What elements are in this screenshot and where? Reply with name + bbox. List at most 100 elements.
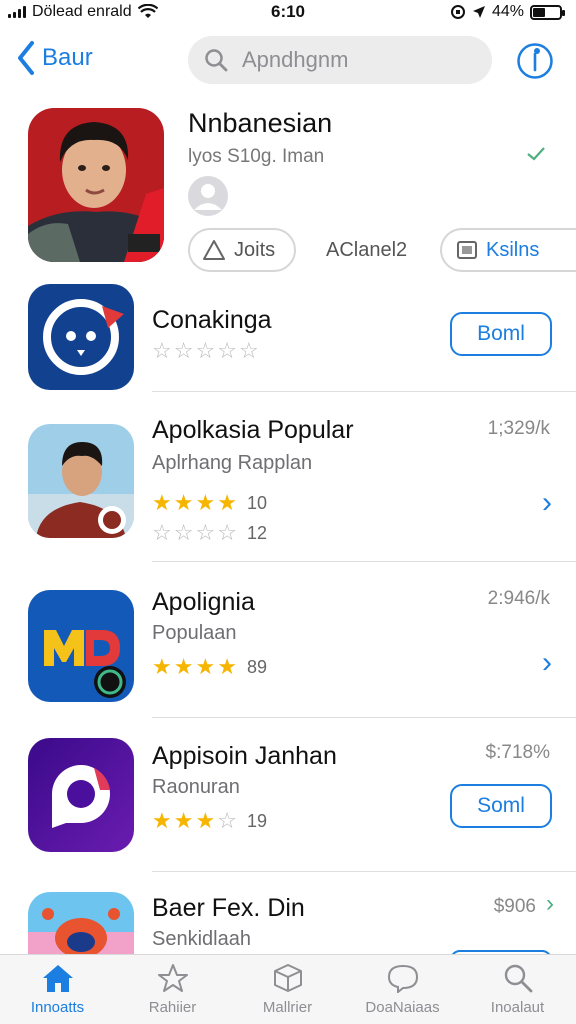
tab-updates[interactable]: DoaNaiaas	[345, 963, 460, 1016]
home-icon	[42, 965, 73, 992]
app-subtitle: Senkidlaah	[152, 928, 251, 950]
get-button[interactable]: Soml	[450, 784, 552, 828]
star-empty-icon: ☆	[195, 338, 216, 363]
tab-games[interactable]: Rahiier	[115, 963, 230, 1016]
get-button[interactable]: Boml	[450, 312, 552, 356]
app-name: Apolignia	[152, 588, 255, 616]
star-filled-icon: ★	[217, 490, 237, 515]
rating-count: 89	[246, 656, 267, 677]
tab-label: Inoalaut	[490, 999, 545, 1016]
list-item[interactable]: Apolkasia Popular Aplrhang Rapplan ★ ★ ★…	[0, 410, 576, 562]
star-empty-icon: ☆	[195, 520, 216, 545]
chip-label: Ksilns	[486, 238, 540, 261]
star-filled-icon: ★	[173, 654, 194, 679]
featured-title: Nnbanesian	[188, 108, 333, 138]
list-item[interactable]: Appisoin Janhan Raonuran ★ ★ ★ ☆ 19 $:71…	[0, 738, 576, 872]
chip-label: Joits	[234, 238, 276, 261]
star-rating: ★ ★ ★ ★ 89	[152, 654, 267, 680]
star-rating-secondary: ☆ ☆ ☆ ☆ 12	[152, 520, 267, 546]
star-filled-icon: ★	[195, 490, 216, 515]
app-icon-appisoin	[28, 738, 134, 852]
chip-joits[interactable]: Joits	[188, 228, 296, 272]
search-placeholder: Apndhgnm	[242, 47, 349, 72]
gallery-icon	[457, 241, 477, 259]
star-rating: ☆ ☆ ☆ ☆ ☆	[152, 338, 259, 364]
app-name: Apolkasia Popular	[152, 416, 354, 444]
chevron-right-icon[interactable]: ›	[542, 646, 552, 680]
app-size: $906	[493, 896, 536, 917]
status-bar: Dölead enrald 6:10 44%	[0, 0, 576, 28]
tab-search[interactable]: Inoalaut	[460, 963, 575, 1016]
app-icon-apolkasia	[28, 424, 134, 538]
app-subtitle: Aplrhang Rapplan	[152, 452, 313, 474]
chip-ksilns[interactable]: Ksilns	[440, 228, 576, 272]
star-filled-icon: ★	[173, 808, 194, 833]
tab-label: Innoatts	[30, 999, 85, 1016]
star-empty-icon: ☆	[152, 338, 172, 363]
app-icon-apolignia	[28, 590, 134, 702]
divider	[152, 717, 576, 718]
rating-count: 10	[246, 492, 267, 513]
app-size: 1;329/k	[487, 418, 550, 439]
back-button[interactable]: Baur	[16, 40, 93, 76]
app-subtitle: Populaan	[152, 622, 237, 644]
back-label: Baur	[42, 44, 93, 71]
app-icon-baer	[28, 892, 134, 954]
tab-label: Rahiier	[148, 999, 197, 1016]
divider	[152, 561, 576, 562]
list-item[interactable]: Conakinga ☆ ☆ ☆ ☆ ☆ Boml	[0, 284, 576, 392]
app-name: Conakinga	[152, 306, 272, 334]
app-size: 2:946/k	[487, 588, 550, 609]
checkmark-icon	[527, 147, 545, 161]
lock-rotation-icon	[450, 5, 465, 19]
battery-percent: 44%	[491, 3, 524, 20]
featured-subtitle: lyos S10g. Iman	[188, 146, 325, 167]
chevron-left-icon	[18, 41, 34, 75]
tab-apps[interactable]: Mallrier	[230, 963, 345, 1016]
star-rating: ★ ★ ★ ★ 10	[152, 490, 267, 516]
rating-count: 12	[246, 522, 267, 543]
triangle-icon	[203, 240, 225, 260]
star-empty-icon: ☆	[173, 520, 194, 545]
chip-aclanel[interactable]: AClanel2	[318, 228, 426, 272]
star-empty-icon: ☆	[217, 808, 237, 833]
tab-bar: Innoatts Rahiier Mallrier DoaNaiaas Inoa…	[0, 954, 576, 1024]
featured-app[interactable]: Nnbanesian lyos S10g. Iman Joits AClanel…	[0, 104, 576, 280]
nav-bar: Baur Apndhgnm	[0, 34, 576, 86]
avatar[interactable]	[188, 176, 228, 216]
star-filled-icon: ★	[152, 808, 172, 833]
star-filled-icon: ★	[152, 490, 172, 515]
tab-label: Mallrier	[262, 999, 313, 1016]
search-input[interactable]: Apndhgnm	[188, 36, 492, 84]
app-name: Baer Fex. Din	[152, 894, 305, 922]
star-icon	[157, 964, 188, 992]
list-item[interactable]: Baer Fex. Din Senkidlaah $906 ›	[0, 892, 576, 954]
star-empty-icon: ☆	[217, 338, 237, 363]
tab-label: DoaNaiaas	[365, 999, 440, 1016]
star-filled-icon: ★	[152, 654, 172, 679]
star-filled-icon: ★	[217, 654, 237, 679]
chevron-right-icon[interactable]: ›	[546, 892, 554, 918]
star-filled-icon: ★	[195, 808, 216, 833]
cube-icon	[273, 964, 302, 992]
search-icon	[504, 964, 532, 993]
list-item[interactable]: Apolignia Populaan ★ ★ ★ ★ 89 2:946/k ›	[0, 582, 576, 718]
star-empty-icon: ☆	[238, 338, 259, 363]
featured-app-icon	[28, 108, 164, 262]
star-filled-icon: ★	[195, 654, 216, 679]
chip-label: AClanel2	[326, 238, 408, 261]
app-subtitle: Raonuran	[152, 776, 240, 798]
tab-today[interactable]: Innoatts	[0, 963, 115, 1016]
star-rating: ★ ★ ★ ☆ 19	[152, 808, 267, 834]
app-icon-conakinga	[28, 284, 134, 390]
battery-level	[533, 7, 546, 17]
info-icon[interactable]	[516, 42, 554, 80]
search-icon	[205, 49, 228, 72]
star-empty-icon: ☆	[173, 338, 194, 363]
status-right: 44%	[450, 3, 565, 21]
star-empty-icon: ☆	[152, 520, 172, 545]
location-icon	[472, 6, 485, 18]
star-empty-icon: ☆	[217, 520, 237, 545]
chevron-right-icon[interactable]: ›	[542, 486, 552, 520]
chat-icon	[387, 964, 418, 993]
